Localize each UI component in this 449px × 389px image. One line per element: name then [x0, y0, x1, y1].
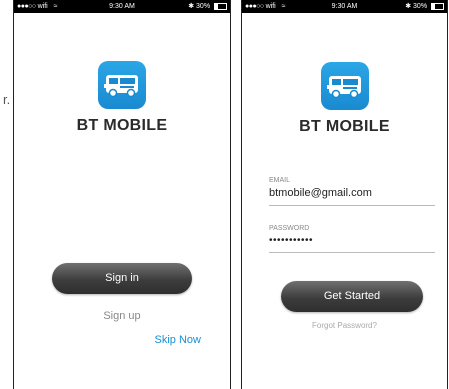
status-right: ✱ 30%	[405, 0, 444, 13]
brand-name: BT MOBILE	[76, 117, 168, 134]
logo: BT MOBILE	[242, 62, 447, 136]
bus-icon	[326, 76, 361, 99]
battery-percent: 30%	[413, 3, 428, 10]
get-started-button[interactable]: Get Started	[281, 281, 423, 312]
email-field[interactable]: EMAIL btmobile@gmail.com	[269, 177, 435, 206]
logo: BT MOBILE	[14, 61, 230, 135]
status-bar: ●●●○○ wifi ≈ 9:30 AM ✱ 30%	[242, 0, 447, 13]
email-input[interactable]: btmobile@gmail.com	[269, 187, 435, 199]
password-label: PASSWORD	[269, 225, 310, 232]
status-bar: ●●●○○ wifi ≈ 9:30 AM ✱ 30%	[14, 0, 230, 13]
email-underline	[269, 205, 435, 206]
brand-name: BT MOBILE	[299, 118, 390, 135]
signin-screen: ●●●○○ wifi ≈ 9:30 AM ✱ 30% BT MOBILE Sig…	[13, 0, 231, 389]
app-icon	[320, 62, 369, 110]
password-underline	[269, 252, 435, 253]
skip-now-link[interactable]: Skip Now	[155, 334, 201, 346]
bluetooth-icon: ✱	[405, 3, 412, 10]
stray-text: r.	[3, 92, 11, 107]
password-input[interactable]: •••••••••••	[269, 235, 435, 246]
battery-icon	[214, 2, 227, 10]
login-screen: ●●●○○ wifi ≈ 9:30 AM ✱ 30% BT MOBILE EMA…	[241, 0, 448, 389]
sign-in-button[interactable]: Sign in	[52, 263, 192, 294]
sign-up-link[interactable]: Sign up	[14, 310, 230, 322]
bus-icon	[104, 75, 138, 98]
app-icon	[98, 61, 146, 109]
forgot-password-link[interactable]: Forgot Password?	[242, 321, 447, 330]
password-field[interactable]: PASSWORD •••••••••••	[269, 225, 435, 253]
battery-percent: 30%	[196, 3, 211, 10]
battery-icon	[431, 2, 444, 10]
email-label: EMAIL	[269, 177, 291, 184]
bluetooth-icon: ✱	[188, 3, 195, 10]
status-right: ✱ 30%	[188, 0, 227, 13]
